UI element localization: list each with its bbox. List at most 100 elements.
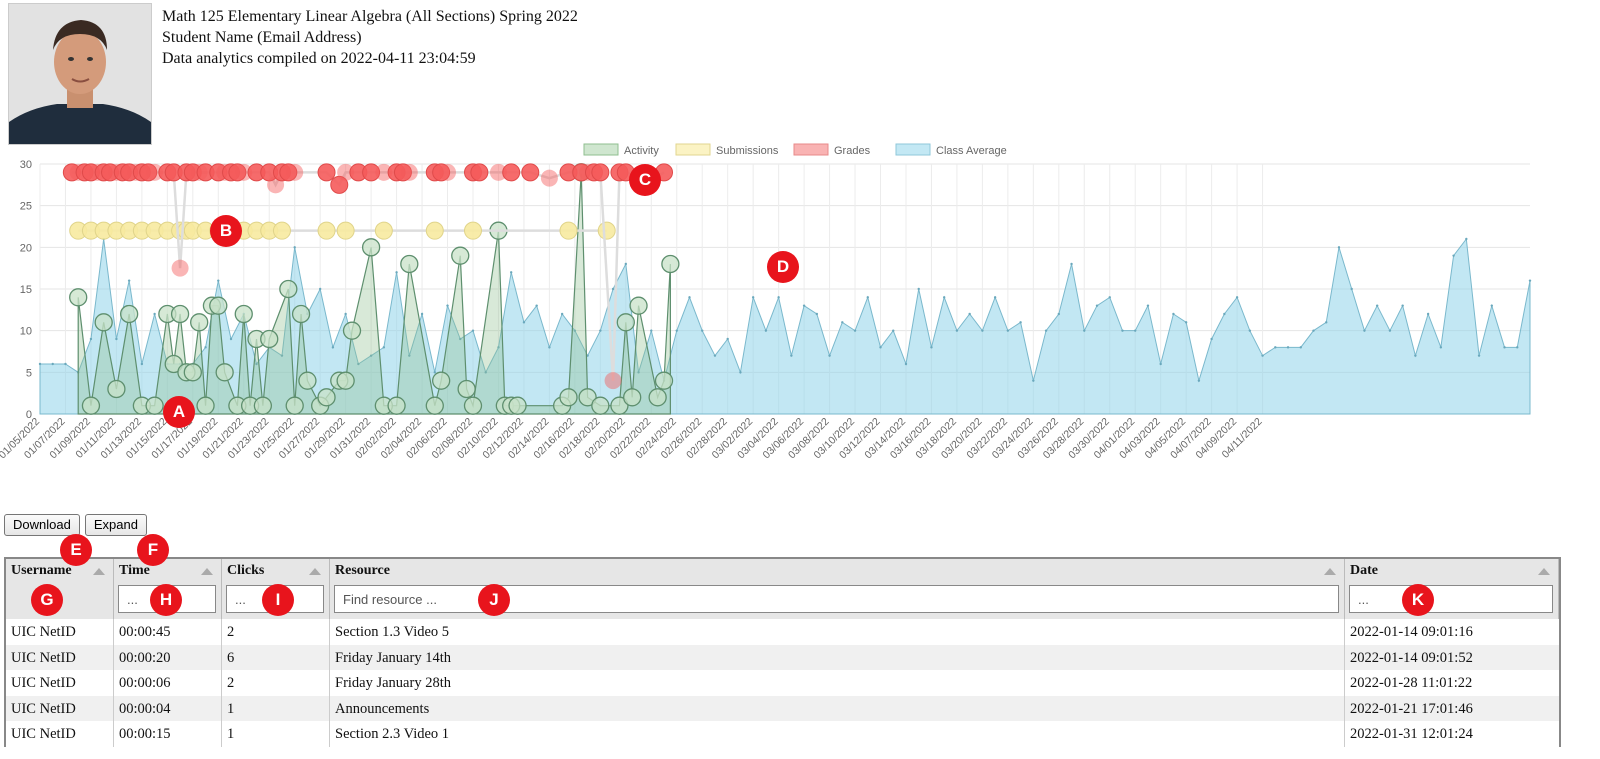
activity-point — [400, 254, 419, 274]
activity-point — [170, 304, 190, 324]
class-average-point — [1159, 362, 1162, 366]
class-average-point — [1235, 296, 1239, 299]
class-average-point — [1274, 346, 1277, 349]
activity-point — [260, 329, 279, 349]
class-average-point — [1286, 346, 1290, 349]
annotation-marker-j: J — [478, 584, 510, 616]
sort-arrow-icon[interactable] — [93, 568, 105, 575]
sort-arrow-icon[interactable] — [201, 568, 213, 575]
cell-username: UIC NetID — [6, 721, 114, 747]
grade-point — [317, 163, 336, 182]
class-average-point — [548, 346, 551, 349]
class-average-point — [1044, 329, 1048, 332]
grade-point — [400, 163, 418, 181]
class-average-point — [1312, 329, 1315, 332]
class-average-point — [853, 329, 857, 332]
column-header-date[interactable]: Date — [1345, 559, 1559, 619]
class-average-point — [1490, 304, 1493, 307]
submission-point — [374, 221, 393, 240]
grade-point — [540, 169, 558, 187]
column-label: Resource — [335, 563, 390, 578]
activity-point — [291, 304, 311, 324]
annotation-marker-f: F — [137, 534, 169, 566]
class-average-point — [1019, 321, 1022, 324]
class-average-point — [1032, 379, 1035, 382]
sort-arrow-icon[interactable] — [1324, 568, 1336, 575]
cell-date: 2022-01-14 09:01:52 — [1350, 649, 1473, 666]
grade-point — [171, 259, 189, 277]
expand-button[interactable]: Expand — [84, 514, 147, 536]
table-row[interactable]: UIC NetID 00:00:20 6 Friday January 14th… — [6, 644, 1559, 670]
cell-time: 00:00:45 — [114, 619, 222, 645]
y-tick-label: 20 — [20, 242, 32, 254]
class-average-point — [828, 354, 831, 357]
activity-table: Username Time Clicks Resource Date UIC N… — [4, 557, 1561, 747]
class-average-point — [1184, 321, 1188, 324]
date-filter-input[interactable] — [1349, 585, 1553, 613]
cell-time: 00:00:15 — [114, 721, 222, 747]
activity-point — [648, 388, 667, 407]
annotation-marker-e: E — [60, 534, 92, 566]
class-average-point — [1223, 312, 1226, 316]
table-row[interactable]: UIC NetID 00:00:15 1 Section 2.3 Video 1… — [6, 721, 1559, 747]
table-body: UIC NetID 00:00:45 2 Section 1.3 Video 5… — [6, 619, 1559, 747]
cell-time: 00:00:04 — [114, 695, 222, 721]
class-average-point — [344, 312, 347, 316]
class-average-point — [522, 321, 526, 324]
grade-point — [470, 163, 489, 182]
submission-point — [425, 221, 444, 240]
activity-point — [94, 313, 113, 332]
cell-clicks: 1 — [222, 721, 330, 747]
cell-time: 00:00:20 — [114, 644, 222, 670]
class-average-point — [1197, 379, 1201, 382]
sort-arrow-icon[interactable] — [1538, 568, 1550, 575]
class-average-point — [802, 304, 806, 307]
sort-arrow-icon[interactable] — [309, 568, 321, 575]
class-average-point — [1095, 304, 1099, 307]
class-average-point — [1401, 304, 1404, 307]
class-average-point — [127, 279, 131, 282]
class-average-point — [1414, 354, 1417, 357]
activity-point — [119, 304, 139, 324]
annotation-marker-i: I — [262, 584, 294, 616]
class-average-point — [1426, 312, 1430, 316]
class-average-point — [1337, 246, 1341, 249]
class-average-point — [318, 287, 322, 291]
column-label: Clicks — [227, 563, 265, 578]
class-average-point — [1350, 287, 1353, 291]
y-tick-label: 25 — [20, 201, 32, 213]
annotation-marker-k: K — [1402, 584, 1434, 616]
class-average-point — [51, 362, 54, 366]
grade-point — [286, 163, 304, 181]
activity-point — [209, 296, 228, 315]
table-row[interactable]: UIC NetID 00:00:06 2 Friday January 28th… — [6, 670, 1559, 696]
class-average-point — [726, 337, 729, 341]
submission-point — [463, 221, 482, 240]
annotation-marker-g: G — [31, 584, 63, 616]
class-average-point — [38, 362, 42, 366]
column-header-username[interactable]: Username — [6, 559, 114, 619]
table-row[interactable]: UIC NetID 00:00:04 1 Announcements 2022-… — [6, 695, 1559, 721]
activity-point — [559, 388, 578, 407]
class-average-point — [1108, 296, 1111, 299]
class-average-point — [1528, 279, 1532, 282]
table-row[interactable]: UIC NetID 00:00:45 2 Section 1.3 Video 5… — [6, 619, 1559, 645]
activity-point — [432, 371, 451, 390]
class-average-point — [560, 312, 564, 316]
class-average-point — [1146, 304, 1150, 307]
activity-point — [654, 371, 674, 390]
activity-point — [361, 238, 381, 257]
activity-point — [387, 396, 406, 415]
cell-clicks: 2 — [222, 619, 330, 645]
class-average-point — [815, 312, 819, 316]
class-average-point — [1388, 329, 1392, 332]
activity-point — [451, 246, 470, 265]
class-average-point — [471, 329, 475, 332]
class-average-point — [701, 329, 704, 332]
cell-time: 00:00:06 — [114, 670, 222, 696]
class-average-point — [777, 296, 780, 299]
class-average-point — [1261, 354, 1264, 357]
download-button[interactable]: Download — [4, 514, 80, 536]
activity-point — [591, 396, 610, 415]
class-average-point — [1006, 329, 1010, 332]
